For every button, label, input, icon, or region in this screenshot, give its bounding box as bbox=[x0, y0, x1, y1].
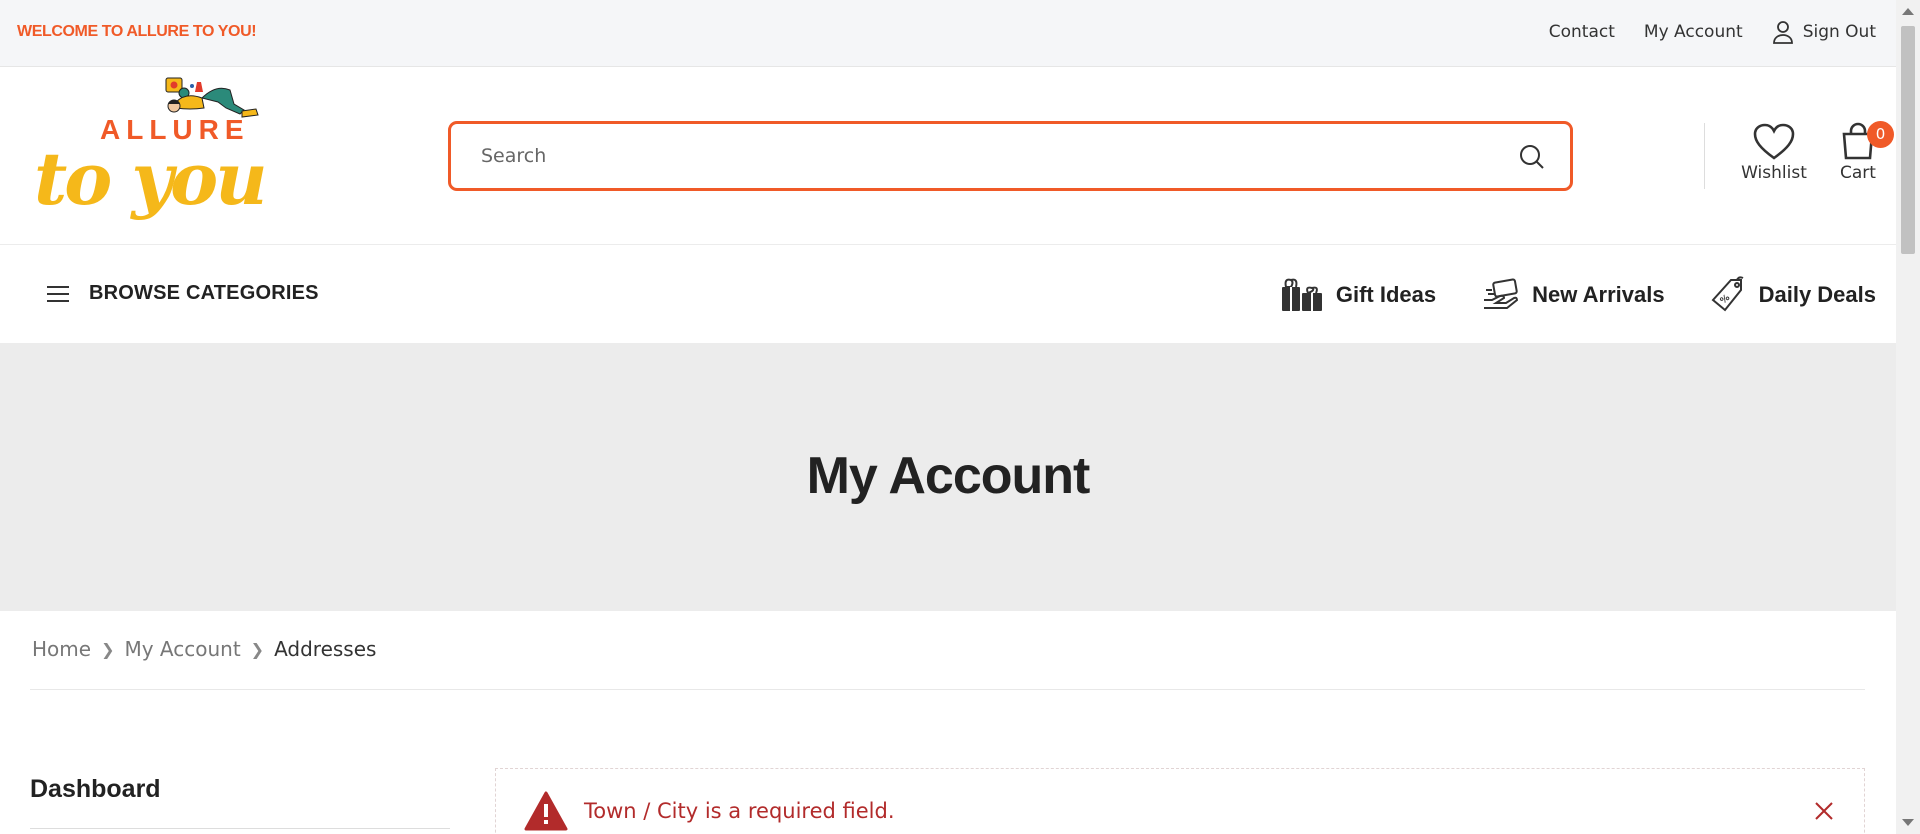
nav-gift-ideas[interactable]: Gift Ideas bbox=[1280, 277, 1436, 313]
scroll-down-icon[interactable] bbox=[1902, 819, 1914, 826]
error-notice: Town / City is a required field. bbox=[495, 768, 1865, 834]
wishlist-label: Wishlist bbox=[1741, 163, 1807, 183]
breadcrumb-home[interactable]: Home bbox=[32, 637, 91, 661]
hand-card-icon bbox=[1484, 278, 1519, 309]
scrollbar-thumb[interactable] bbox=[1901, 26, 1915, 254]
close-icon[interactable] bbox=[1814, 801, 1834, 821]
search-bar bbox=[448, 121, 1573, 191]
nav-daily-deals-label: Daily Deals bbox=[1758, 282, 1876, 307]
hamburger-icon bbox=[47, 285, 69, 302]
my-account-link[interactable]: My Account bbox=[1644, 22, 1743, 42]
user-icon bbox=[1772, 21, 1793, 44]
page-title: My Account bbox=[806, 447, 1091, 505]
sidebar-divider bbox=[30, 828, 450, 829]
nav-gift-ideas-label: Gift Ideas bbox=[1335, 282, 1437, 307]
cart-count-badge: 0 bbox=[1867, 121, 1894, 148]
cart-label: Cart bbox=[1840, 163, 1876, 183]
nav-new-arrivals-label: New Arrivals bbox=[1532, 282, 1665, 307]
logo-word-bottom: to you bbox=[34, 136, 265, 221]
gift-icon bbox=[1281, 278, 1322, 311]
search-input[interactable] bbox=[451, 124, 1570, 188]
cart-button[interactable]: Cart 0 bbox=[1834, 121, 1894, 183]
page-hero: My Account bbox=[0, 343, 1896, 611]
price-tag-icon: % bbox=[1711, 276, 1744, 312]
warning-icon bbox=[524, 791, 568, 831]
sign-out-label: Sign Out bbox=[1802, 22, 1876, 42]
breadcrumb-current: Addresses bbox=[274, 637, 377, 661]
breadcrumb-my-account[interactable]: My Account bbox=[124, 637, 240, 661]
welcome-message: WELCOME TO ALLURE TO YOU! bbox=[17, 23, 257, 40]
nav-daily-deals[interactable]: % Daily Deals bbox=[1711, 276, 1876, 314]
breadcrumb: Home ❯ My Account ❯ Addresses bbox=[32, 637, 376, 661]
chevron-right-icon: ❯ bbox=[101, 639, 115, 659]
nav-new-arrivals[interactable]: New Arrivals bbox=[1482, 278, 1665, 312]
chevron-right-icon: ❯ bbox=[250, 639, 265, 659]
browse-categories-button[interactable]: BROWSE CATEGORIES bbox=[47, 282, 319, 305]
scroll-up-icon[interactable] bbox=[1902, 8, 1914, 15]
contact-link[interactable]: Contact bbox=[1549, 22, 1615, 42]
page-scrollbar[interactable] bbox=[1896, 0, 1920, 834]
nav-links: Gift Ideas New Arrivals % Daily Deals bbox=[1234, 276, 1876, 314]
divider bbox=[30, 689, 1865, 690]
sign-out-link[interactable]: Sign Out bbox=[1772, 20, 1876, 44]
sidebar-heading[interactable]: Dashboard bbox=[30, 775, 161, 804]
heart-icon bbox=[1753, 123, 1795, 160]
top-bar: WELCOME TO ALLURE TO YOU! Contact My Acc… bbox=[0, 0, 1896, 67]
logo[interactable]: ALLURE to you bbox=[34, 76, 274, 238]
header-divider bbox=[1704, 123, 1705, 189]
site-header: ALLURE to you Wishlist Cart 0 bbox=[0, 67, 1896, 245]
top-links: Contact My Account Sign Out bbox=[1520, 20, 1876, 44]
error-message: Town / City is a required field. bbox=[584, 799, 895, 823]
search-icon[interactable] bbox=[1519, 144, 1545, 170]
nav-bar: BROWSE CATEGORIES Gift Ideas New Arrival… bbox=[0, 246, 1896, 342]
browse-categories-label: BROWSE CATEGORIES bbox=[89, 282, 319, 304]
wishlist-button[interactable]: Wishlist bbox=[1740, 123, 1808, 183]
